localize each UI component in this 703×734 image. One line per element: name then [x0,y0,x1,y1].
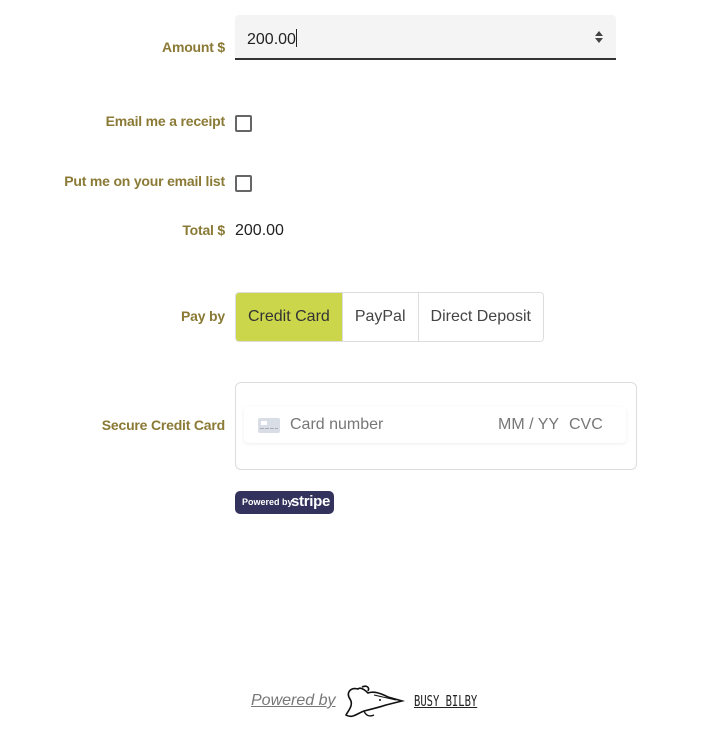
amount-input[interactable]: 200.00 [235,15,616,60]
stripe-logo: stripe [291,493,331,510]
email-list-label: Put me on your email list [64,173,225,189]
credit-card-panel: Card number MM / YY CVC [235,382,637,470]
card-cvc-input[interactable]: CVC [569,416,603,434]
total-value: 200.00 [235,222,284,239]
email-receipt-checkbox[interactable] [235,115,252,132]
powered-by-stripe-badge[interactable]: Powered by stripe [235,491,334,514]
busy-bilby-link[interactable]: BUSY BILBY [414,692,477,710]
text-cursor [295,29,297,47]
card-expiry-input[interactable]: MM / YY [498,416,559,434]
card-number-input[interactable]: Card number [290,416,383,434]
card-element[interactable]: Card number MM / YY CVC [244,407,626,443]
pay-credit-card-button[interactable]: Credit Card [236,293,343,341]
bilby-logo-icon[interactable] [344,683,406,723]
pay-direct-deposit-button[interactable]: Direct Deposit [418,293,543,341]
amount-label: Amount $ [162,39,225,55]
pay-by-label: Pay by [181,308,225,324]
payment-method-group: Credit Card PayPal Direct Deposit [235,292,544,342]
footer-powered-by-link[interactable]: Powered by [251,692,336,710]
number-spinner-icon[interactable] [594,30,604,44]
pay-paypal-button[interactable]: PayPal [342,293,419,341]
secure-credit-card-label: Secure Credit Card [101,417,225,433]
email-receipt-label: Email me a receipt [105,113,226,129]
amount-value: 200.00 [247,31,296,48]
credit-card-icon [258,418,280,433]
total-label: Total $ [182,222,225,238]
stripe-powered-by-text: Powered by [242,497,293,507]
email-list-checkbox[interactable] [235,175,252,192]
